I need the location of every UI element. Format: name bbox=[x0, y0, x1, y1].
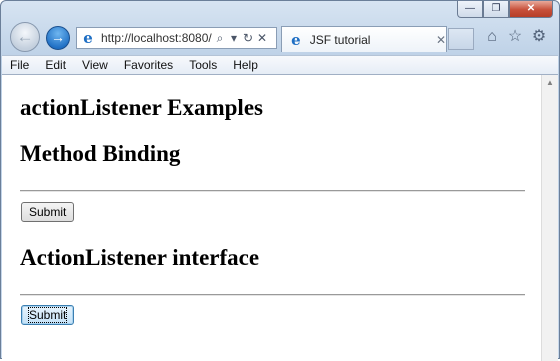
scroll-up-arrow-icon[interactable]: ▲ bbox=[542, 75, 558, 91]
menu-help[interactable]: Help bbox=[225, 58, 266, 72]
restore-button[interactable]: ❐ bbox=[483, 1, 509, 18]
minimize-button[interactable]: — bbox=[457, 1, 483, 18]
stop-icon[interactable]: ✕ bbox=[255, 31, 269, 45]
menu-view[interactable]: View bbox=[74, 58, 116, 72]
gear-icon[interactable]: ⚙ bbox=[530, 28, 548, 46]
menu-edit[interactable]: Edit bbox=[37, 58, 74, 72]
menu-file[interactable]: File bbox=[2, 58, 37, 72]
page-title: actionListener Examples bbox=[20, 95, 263, 120]
ie-tab-icon: e bbox=[291, 30, 301, 49]
chevron-down-icon[interactable]: ▾ bbox=[227, 31, 241, 45]
divider-2 bbox=[20, 294, 525, 296]
address-input[interactable]: http://localhost:8080/ bbox=[101, 31, 213, 45]
address-bar[interactable]: e http://localhost:8080/ ⌕ ▾ ↻ ✕ bbox=[76, 27, 277, 49]
close-window-button[interactable]: ✕ bbox=[509, 1, 553, 18]
navigation-bar: ← → e http://localhost:8080/ ⌕ ▾ ↻ ✕ e J… bbox=[1, 19, 559, 55]
home-icon[interactable]: ⌂ bbox=[483, 28, 501, 46]
browser-window: — ❐ ✕ ← → e http://localhost:8080/ ⌕ ▾ ↻… bbox=[0, 0, 560, 361]
tab-jsf-tutorial[interactable]: e JSF tutorial ✕ bbox=[281, 26, 447, 52]
menu-bar: File Edit View Favorites Tools Help bbox=[2, 55, 558, 74]
refresh-icon[interactable]: ↻ bbox=[241, 31, 255, 45]
window-caption-buttons: — ❐ ✕ bbox=[457, 1, 553, 19]
submit-button-label: Submit bbox=[29, 205, 67, 219]
close-tab-icon[interactable]: ✕ bbox=[436, 33, 446, 47]
submit-button-method-binding[interactable]: Submit bbox=[21, 202, 75, 222]
tab-title: JSF tutorial bbox=[309, 32, 371, 47]
actionlistener-interface-heading: ActionListener interface bbox=[20, 245, 260, 270]
divider-1 bbox=[20, 190, 525, 192]
submit-button-actionlistener[interactable]: Submit bbox=[21, 305, 75, 325]
vertical-scrollbar[interactable]: ▲ bbox=[541, 75, 558, 361]
page-content: actionListener Examples Method Binding S… bbox=[2, 74, 558, 361]
search-icon[interactable]: ⌕ bbox=[213, 31, 227, 46]
method-binding-heading: Method Binding bbox=[20, 141, 181, 166]
new-tab-button[interactable] bbox=[448, 28, 474, 50]
favorites-star-icon[interactable]: ☆ bbox=[506, 28, 524, 46]
ie-page-icon: e bbox=[83, 29, 93, 47]
menu-favorites[interactable]: Favorites bbox=[116, 58, 181, 72]
back-button[interactable]: ← bbox=[10, 22, 40, 52]
menu-tools[interactable]: Tools bbox=[181, 58, 225, 72]
forward-button[interactable]: → bbox=[46, 26, 70, 50]
submit-button-label: Submit bbox=[27, 307, 68, 323]
